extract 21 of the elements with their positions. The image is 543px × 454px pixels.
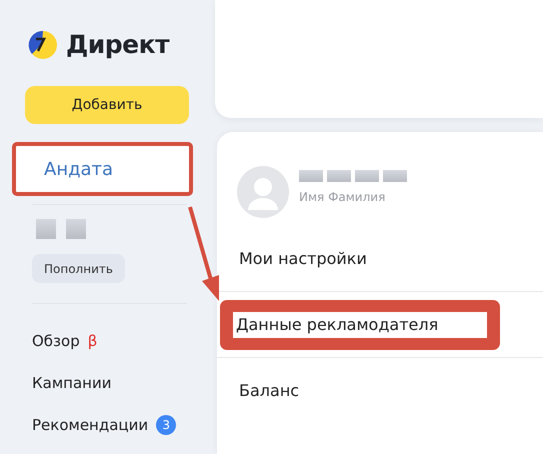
- nav-item[interactable]: Рекомендации: [32, 414, 148, 436]
- avatar-icon: [237, 166, 289, 218]
- nav-item[interactable]: Обзор: [32, 330, 80, 352]
- nav-item[interactable]: Кампании: [32, 372, 112, 394]
- count-badge: 3: [156, 415, 176, 435]
- redacted-mark: [327, 170, 351, 182]
- redacted-mark: [383, 170, 407, 182]
- redacted-mark: [355, 170, 379, 182]
- redacted-mark: [66, 219, 86, 239]
- logo-text: Директ: [66, 29, 170, 62]
- add-button[interactable]: Добавить: [25, 86, 189, 124]
- redacted-mark: [299, 170, 323, 182]
- beta-label: β: [88, 330, 98, 352]
- menu-item[interactable]: Данные рекламодателя: [233, 312, 487, 338]
- menu-item[interactable]: Баланс: [239, 379, 300, 403]
- logo-icon: [28, 30, 58, 60]
- account-link[interactable]: Андата: [44, 156, 114, 182]
- menu-item[interactable]: Мои настройки: [239, 246, 367, 270]
- user-caption: Имя Фамилия: [299, 189, 386, 206]
- redacted-mark: [36, 219, 56, 239]
- top-up-button[interactable]: Пополнить: [32, 254, 125, 283]
